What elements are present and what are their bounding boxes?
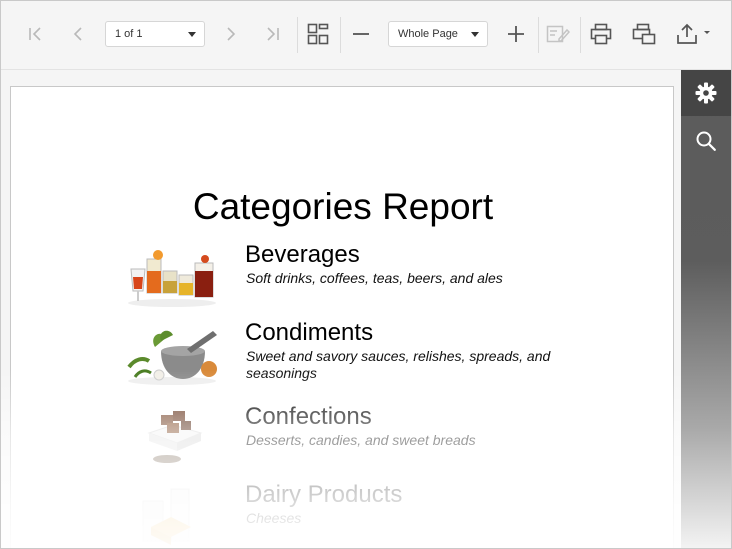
category-row: Beverages Soft drinks, coffees, teas, be… xyxy=(11,241,675,321)
category-name: Condiments xyxy=(245,319,374,346)
first-page-icon[interactable] xyxy=(19,18,51,50)
zoom-selector[interactable]: Whole Page xyxy=(388,21,488,47)
category-name: Beverages xyxy=(245,241,360,268)
export-icon[interactable] xyxy=(673,18,715,50)
dairy-image xyxy=(142,488,191,545)
previous-page-icon[interactable] xyxy=(62,18,94,50)
category-description: Cheeses xyxy=(246,510,302,526)
search-icon xyxy=(696,131,716,151)
print-page-icon[interactable] xyxy=(628,18,660,50)
category-description: Sweet and savory sauces, relishes, sprea… xyxy=(246,348,551,381)
document-viewer: 1 of 1 Whole Page Categories Report Beve… xyxy=(0,0,732,549)
zoom-in-icon[interactable] xyxy=(500,18,532,50)
toolbar-separator xyxy=(340,17,341,53)
toolbar-separator xyxy=(297,17,298,53)
search-tab[interactable] xyxy=(681,118,731,164)
category-description: Soft drinks, coffees, teas, beers, and a… xyxy=(246,270,503,286)
print-icon[interactable] xyxy=(585,18,617,50)
report-title: Categories Report xyxy=(192,186,494,227)
next-page-icon[interactable] xyxy=(215,18,247,50)
chevron-down-icon xyxy=(471,32,479,37)
page-selector-value: 1 of 1 xyxy=(115,28,143,40)
condiments-image xyxy=(127,330,217,385)
parameters-tab[interactable] xyxy=(681,70,731,116)
chevron-down-icon xyxy=(188,32,196,37)
side-panel xyxy=(681,70,731,548)
page-selector[interactable]: 1 of 1 xyxy=(105,21,205,47)
report-page: Categories Report Beverages Soft drinks,… xyxy=(10,86,674,548)
toolbar-separator xyxy=(580,17,581,53)
toolbar: 1 of 1 Whole Page xyxy=(1,1,731,70)
category-row: Condiments Sweet and savory sauces, reli… xyxy=(11,319,675,399)
category-description: Desserts, candies, and sweet breads xyxy=(246,432,476,448)
beverages-image xyxy=(128,250,216,307)
zoom-selector-value: Whole Page xyxy=(398,28,458,40)
category-name: Confections xyxy=(245,403,372,430)
category-row: Dairy Products Cheeses xyxy=(11,481,675,548)
report-viewport[interactable]: Categories Report Beverages Soft drinks,… xyxy=(1,70,681,548)
toolbar-separator xyxy=(538,17,539,53)
category-row: Confections Desserts, candies, and sweet… xyxy=(11,403,675,483)
zoom-out-icon[interactable] xyxy=(345,18,377,50)
multipage-icon[interactable] xyxy=(302,18,334,50)
gear-icon xyxy=(695,82,717,104)
editing-fields-icon[interactable] xyxy=(542,18,574,50)
category-name: Dairy Products xyxy=(245,481,403,508)
confections-image xyxy=(147,411,203,463)
last-page-icon[interactable] xyxy=(257,18,289,50)
